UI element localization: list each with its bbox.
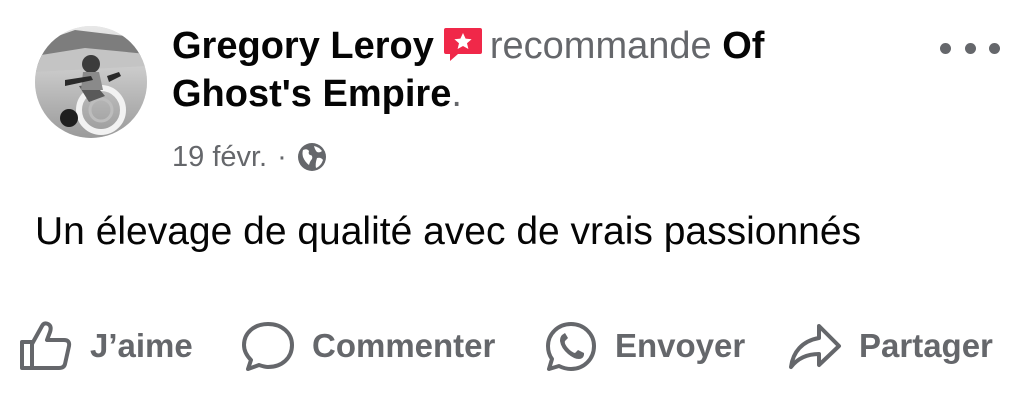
recommendation-post: Gregory Leroy recommande Of Ghost's Empi…: [0, 0, 1024, 406]
share-arrow-icon: [789, 324, 841, 369]
share-button[interactable]: Partager: [787, 318, 993, 374]
post-body: Un élevage de qualité avec de vrais pass…: [35, 210, 862, 253]
more-dot-icon: [964, 42, 976, 54]
comment-bubble-icon: [242, 322, 294, 371]
globe-icon: [297, 142, 327, 172]
post-date[interactable]: 19 févr.: [172, 140, 267, 174]
recommendation-star-icon: [442, 26, 484, 62]
post-meta: 19 févr. ·: [172, 140, 327, 174]
like-label: J’aime: [90, 327, 193, 364]
send-label: Envoyer: [615, 327, 746, 364]
whatsapp-icon: [546, 322, 596, 371]
more-dot-icon: [989, 42, 1000, 54]
author-name[interactable]: Gregory Leroy: [172, 25, 434, 67]
sentence-period: .: [451, 73, 462, 115]
avatar[interactable]: [35, 26, 147, 138]
comment-button[interactable]: Commenter: [240, 318, 495, 374]
meta-separator: ·: [277, 141, 287, 173]
more-dot-icon: [940, 42, 951, 54]
thumbs-up-icon: [20, 321, 72, 370]
post-header: Gregory Leroy recommande Of Ghost's Empi…: [172, 22, 912, 118]
like-button[interactable]: J’aime: [18, 318, 193, 374]
more-options-button[interactable]: [940, 30, 1000, 66]
send-button[interactable]: Envoyer: [543, 318, 745, 374]
action-verb: recommande: [489, 25, 712, 67]
share-label: Partager: [859, 327, 993, 364]
post-actions-bar: J’aime Commenter Envoyer Partager: [0, 310, 1024, 382]
comment-label: Commenter: [312, 327, 496, 364]
